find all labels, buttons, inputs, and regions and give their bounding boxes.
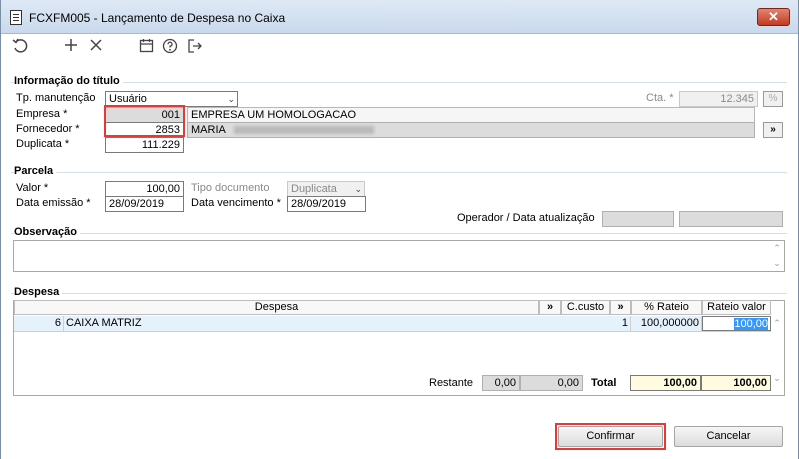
toolbar (1, 34, 798, 60)
highlight-box (104, 105, 185, 137)
operador-field (602, 211, 674, 227)
cta-field[interactable]: 12.345 (679, 91, 758, 107)
chevron-down-icon[interactable]: ⌄ (770, 373, 784, 384)
chevron-up-icon[interactable]: ⌃ (770, 318, 784, 329)
application-window: FCXFM005 - Lançamento de Despesa no Caix… (0, 0, 799, 459)
col-ccusto-expand-button[interactable]: » (610, 300, 631, 315)
data-vencimento-field[interactable]: 28/09/2019 (287, 196, 366, 212)
data-vencimento-label: Data vencimento * (191, 197, 281, 209)
col-rateio-pct-header[interactable]: % Rateio (631, 300, 702, 315)
tipo-documento-value: Duplicata (291, 183, 337, 195)
chevron-down-icon[interactable]: ⌄ (227, 92, 235, 106)
tp-manutencao-value: Usuário (109, 93, 147, 105)
restante-label: Restante (429, 377, 474, 389)
redacted-block (234, 126, 375, 135)
fornecedor-name-field: MARIA (187, 122, 755, 138)
delete-icon[interactable] (87, 38, 105, 56)
tipo-documento-label: Tipo documento (191, 182, 270, 194)
col-rateio-valor-header[interactable]: Rateio valor (702, 300, 771, 315)
row-ccusto: 1 (561, 316, 631, 331)
duplicata-field[interactable]: 111.229 (105, 137, 184, 153)
tp-manutencao-label: Tp. manutenção (16, 92, 96, 104)
fornecedor-name: MARIA (191, 124, 226, 136)
total-pct-field: 100,00 (630, 375, 701, 391)
data-emissao-field[interactable]: 28/09/2019 (105, 196, 184, 212)
row-rateio-pct: 100,000000 (631, 316, 702, 331)
valor-label: Valor * (16, 182, 49, 194)
col-despesa-header[interactable]: Despesa (14, 300, 539, 315)
observacao-textarea[interactable]: ⌃ ⌄ (13, 240, 785, 272)
title-bar: FCXFM005 - Lançamento de Despesa no Caix… (1, 0, 798, 34)
restante-value-1: 0,00 (482, 375, 520, 391)
tipo-documento-select[interactable]: Duplicata ⌄ (287, 181, 365, 197)
titulo-section-title: Informação do título (14, 75, 123, 87)
undo-icon[interactable] (11, 38, 29, 56)
empresa-label: Empresa * (16, 108, 68, 120)
total-valor-field: 100,00 (701, 375, 771, 391)
add-icon[interactable] (62, 38, 80, 56)
row-despesa-code: 6 (14, 316, 64, 331)
document-icon (10, 10, 22, 25)
cancelar-button[interactable]: Cancelar (674, 426, 783, 447)
chevron-up-icon[interactable]: ⌃ (770, 243, 784, 254)
restante-value-2: 0,00 (520, 375, 583, 391)
chevron-down-icon[interactable]: ⌄ (770, 258, 784, 269)
row-despesa-name: CAIXA MATRIZ (66, 317, 142, 329)
col-ccusto-header[interactable]: C.custo (561, 300, 610, 315)
row-rateio-valor-input[interactable]: 100,00 (702, 316, 771, 331)
empresa-name-field: EMPRESA UM HOMOLOGACAO (187, 107, 755, 123)
fornecedor-label: Fornecedor * (16, 123, 80, 135)
duplicata-label: Duplicata * (16, 138, 70, 150)
window-title: FCXFM005 - Lançamento de Despesa no Caix… (29, 11, 286, 25)
help-icon[interactable] (161, 38, 179, 56)
highlight-box (555, 423, 666, 450)
fornecedor-search-button[interactable]: » (763, 122, 783, 138)
valor-field[interactable]: 100,00 (105, 181, 184, 197)
row-rateio-valor: 100,00 (734, 318, 768, 330)
table-row[interactable]: 6 CAIXA MATRIZ 1 100,000000 100,00 (14, 316, 771, 332)
observacao-scrollbar[interactable]: ⌃ ⌄ (770, 241, 784, 271)
close-button[interactable]: ✕ (757, 8, 790, 26)
cta-label: Cta. * (646, 92, 674, 104)
calendar-icon[interactable] (137, 38, 155, 56)
col-despesa-expand-button[interactable]: » (539, 300, 561, 315)
operador-label: Operador / Data atualização (457, 212, 595, 224)
parcela-section-title: Parcela (14, 165, 57, 177)
total-label: Total (591, 377, 617, 389)
data-atualizacao-field (679, 211, 783, 227)
despesa-scrollbar[interactable]: ⌃ ⌄ (770, 317, 784, 395)
exit-icon[interactable] (186, 38, 204, 56)
data-emissao-label: Data emissão * (16, 197, 91, 209)
cta-button[interactable]: % (763, 91, 783, 107)
form-content: Informação do título Tp. manutenção Usuá… (1, 60, 798, 459)
chevron-down-icon[interactable]: ⌄ (354, 182, 362, 196)
despesa-section-title: Despesa (14, 286, 63, 298)
observacao-section-title: Observação (14, 226, 80, 238)
